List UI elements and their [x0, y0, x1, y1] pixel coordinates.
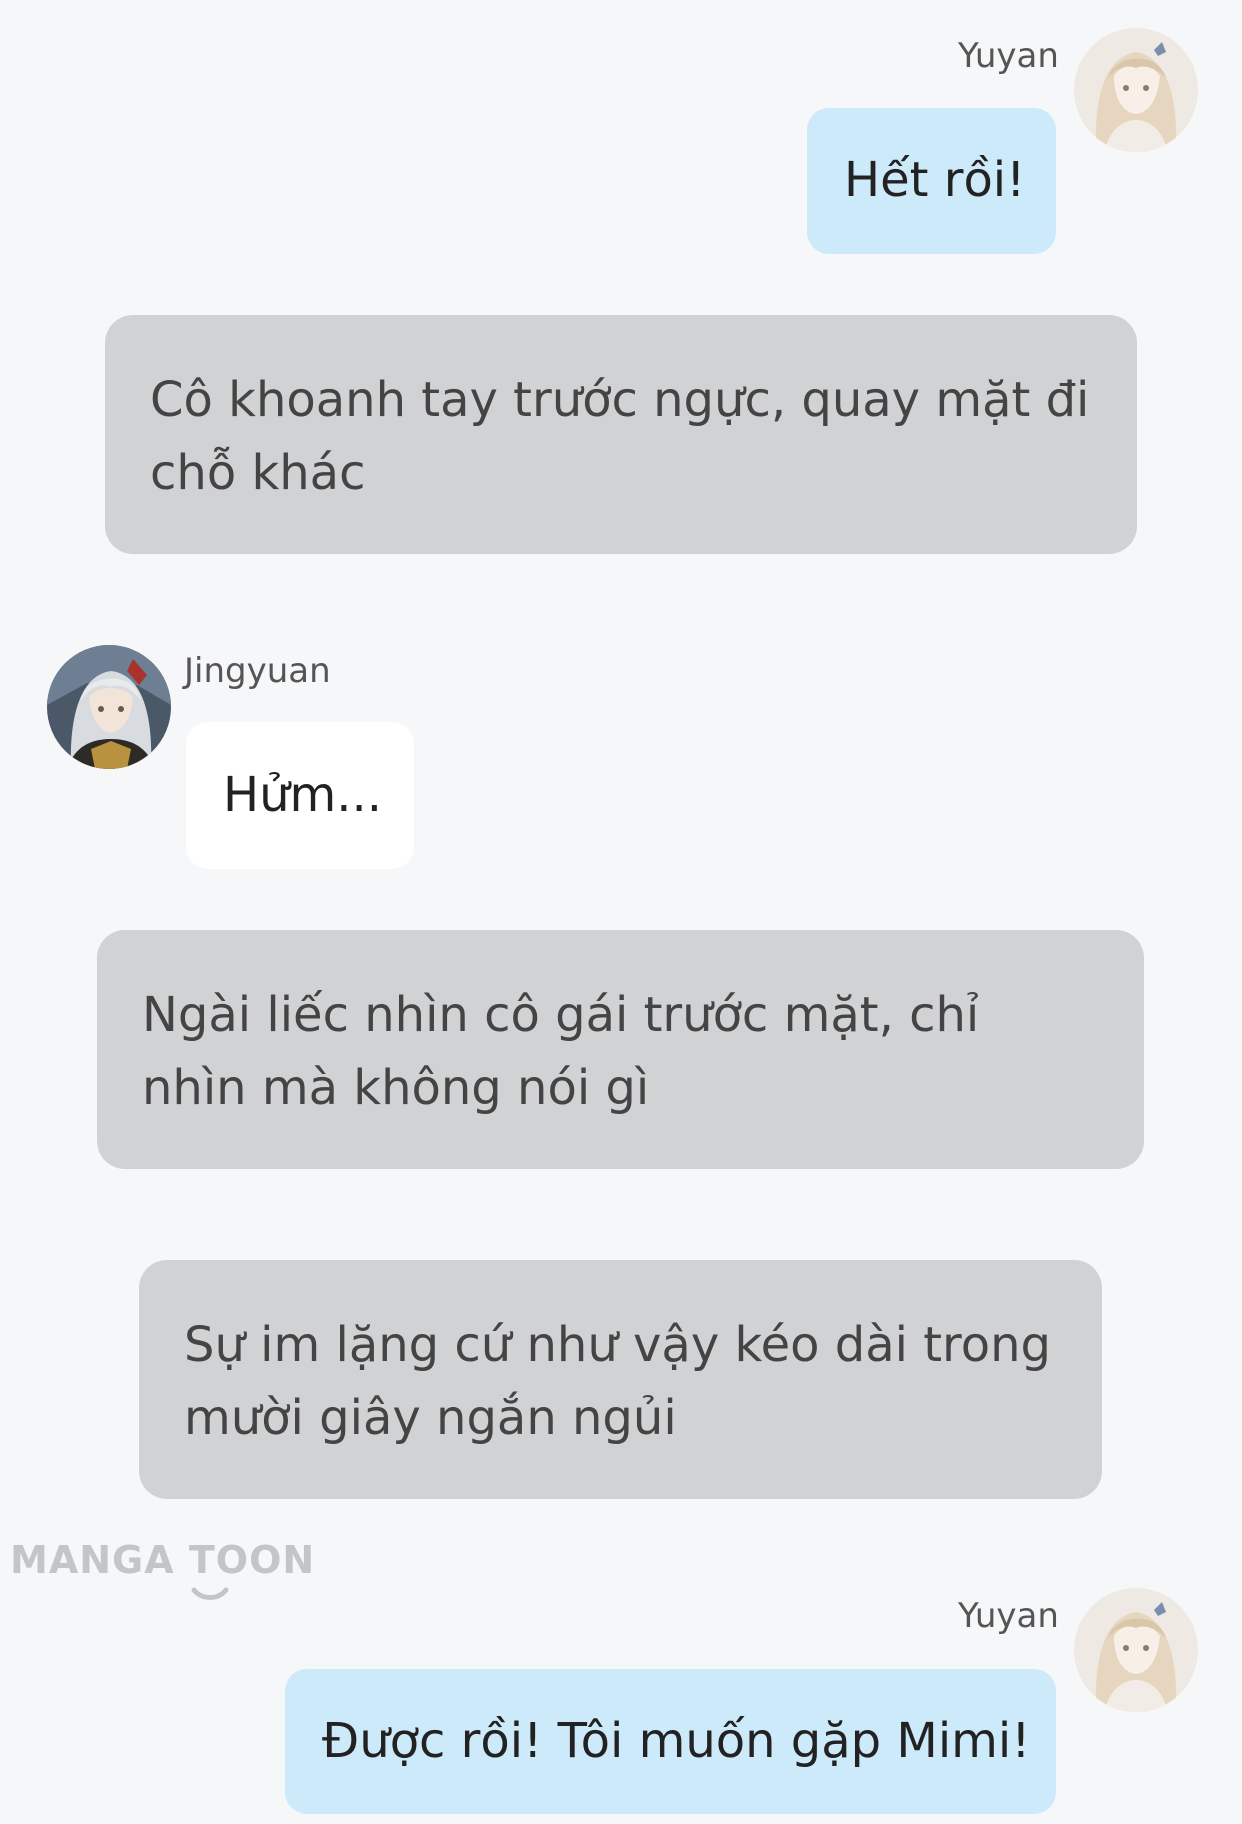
smile-icon — [191, 1587, 229, 1600]
jingyuan-avatar-icon — [47, 645, 171, 769]
narration-text: Ngài liếc nhìn cô gái trước mặt, chỉ nhì… — [142, 987, 980, 1116]
narration-box: Ngài liếc nhìn cô gái trước mặt, chỉ nhì… — [97, 930, 1144, 1169]
narration-text: Sự im lặng cứ như vậy kéo dài trong mười… — [184, 1317, 1051, 1446]
sender-name-jingyuan: Jingyuan — [184, 651, 331, 691]
jingyuan-avatar[interactable] — [47, 645, 171, 769]
narration-text: Cô khoanh tay trước ngực, quay mặt đi ch… — [150, 372, 1090, 501]
watermark-text: MANGA TOON — [10, 1538, 316, 1582]
message-text: Được rồi! Tôi muốn gặp Mimi! — [322, 1713, 1031, 1769]
chat-bubble-yuyan: Hết rồi! — [807, 108, 1056, 254]
mangatoon-logo: MANGA TOON — [10, 1538, 314, 1608]
narration-box: Cô khoanh tay trước ngực, quay mặt đi ch… — [105, 315, 1137, 554]
yuyan-avatar[interactable] — [1074, 28, 1198, 152]
message-text: Hửm... — [223, 767, 383, 823]
chat-bubble-yuyan: Được rồi! Tôi muốn gặp Mimi! — [285, 1669, 1056, 1814]
yuyan-avatar[interactable] — [1074, 1588, 1198, 1712]
sender-name-yuyan: Yuyan — [958, 36, 1059, 76]
yuyan-avatar-icon — [1074, 1588, 1198, 1712]
chat-bubble-jingyuan: Hửm... — [186, 722, 414, 869]
yuyan-avatar-icon — [1074, 28, 1198, 152]
message-text: Hết rồi! — [844, 152, 1026, 208]
sender-name-yuyan: Yuyan — [958, 1596, 1059, 1636]
narration-box: Sự im lặng cứ như vậy kéo dài trong mười… — [139, 1260, 1102, 1499]
